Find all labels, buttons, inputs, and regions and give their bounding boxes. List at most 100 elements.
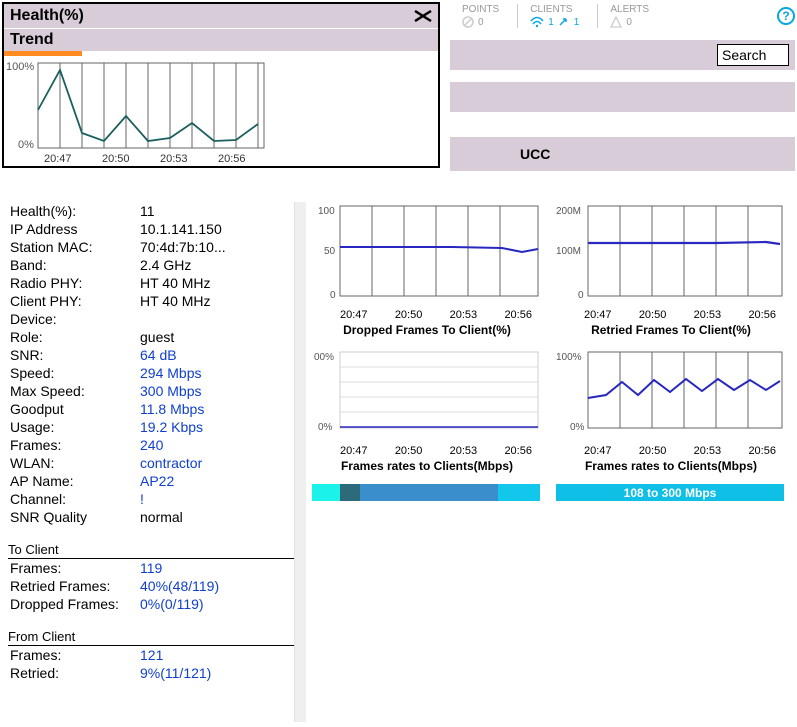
header-alerts-value: 0	[626, 17, 632, 28]
x-axis-labels: 20:47 20:50 20:53 20:56	[312, 445, 542, 457]
svg-text:20:47: 20:47	[44, 153, 72, 165]
detail-value: !	[138, 490, 298, 508]
tick-label: 20:56	[504, 445, 532, 457]
tick-label: 20:56	[748, 445, 776, 457]
detail-label: Health(%):	[8, 202, 138, 220]
help-icon[interactable]: ?	[777, 7, 795, 25]
toolbar-bar: Search	[450, 40, 795, 70]
detail-value: HT 40 MHz	[138, 292, 298, 310]
trend-chart: 100% 0% 20:47 20:50 20:53 20:56	[4, 56, 438, 166]
detail-label: SNR Quality	[8, 508, 138, 526]
search-input[interactable]: Search	[717, 44, 789, 66]
detail-row: Frames:121	[8, 646, 298, 664]
detail-value: normal	[138, 508, 298, 526]
detail-row: Retried:9%(11/121)	[8, 664, 298, 682]
detail-row: Health(%):11	[8, 202, 298, 220]
svg-text:0: 0	[578, 290, 584, 301]
detail-value: contractor	[138, 454, 298, 472]
header-clients: CLIENTS 1 1	[517, 4, 579, 28]
detail-row: Station MAC:70:4d:7b:10...	[8, 238, 298, 256]
detail-row: Retried Frames:40%(48/119)	[8, 577, 298, 595]
spacer-bar	[450, 82, 795, 112]
svg-text:20:53: 20:53	[160, 153, 188, 165]
details-table: Health(%):11IP Address10.1.141.150Statio…	[8, 202, 298, 682]
detail-row: Speed:294 Mbps	[8, 364, 298, 382]
detail-label: Frames:	[8, 646, 138, 664]
detail-row: WLAN:contractor	[8, 454, 298, 472]
detail-label: Device:	[8, 310, 138, 328]
panel-subheader: Trend	[4, 28, 438, 51]
detail-label: Band:	[8, 256, 138, 274]
detail-value: HT 40 MHz	[138, 274, 298, 292]
detail-value: 70:4d:7b:10...	[138, 238, 298, 256]
detail-row: SNR:64 dB	[8, 346, 298, 364]
tick-label: 20:50	[639, 309, 667, 321]
panel-title: Health(%)	[10, 7, 84, 25]
detail-label: Speed:	[8, 364, 138, 382]
detail-label: Max Speed:	[8, 382, 138, 400]
svg-text:50: 50	[324, 246, 336, 257]
svg-text:20:56: 20:56	[218, 153, 246, 165]
detail-row: Dropped Frames:0%(0/119)	[8, 595, 298, 613]
detail-row: Max Speed:300 Mbps	[8, 382, 298, 400]
ucc-bar: UCC	[450, 137, 795, 171]
header-status: POINTS 0 CLIENTS 1 1 ALERTS 0 ?	[450, 0, 795, 32]
header-points: POINTS 0	[450, 4, 499, 28]
detail-label: Usage:	[8, 418, 138, 436]
detail-label: Goodput	[8, 400, 138, 418]
detail-value: 11	[138, 202, 298, 220]
legend-label: 108 to 300 Mbps	[556, 484, 784, 501]
legend-bar-left	[312, 484, 540, 501]
detail-label: WLAN:	[8, 454, 138, 472]
svg-text:00%: 00%	[314, 352, 334, 363]
detail-value	[138, 310, 298, 328]
header-clients-wired-count: 1	[574, 17, 580, 28]
tick-label: 20:56	[504, 309, 532, 321]
detail-value: 9%(11/121)	[138, 664, 298, 682]
detail-value: 0%(0/119)	[138, 595, 298, 613]
detail-label: Dropped Frames:	[8, 595, 138, 613]
tick-label: 20:53	[450, 445, 478, 457]
svg-text:100%: 100%	[556, 352, 582, 363]
panel-header: Health(%)	[4, 4, 438, 28]
detail-label: IP Address	[8, 220, 138, 238]
tick-label: 20:53	[694, 445, 722, 457]
wired-icon	[558, 16, 570, 28]
x-axis-labels: 20:47 20:50 20:53 20:56	[312, 309, 542, 321]
ucc-label: UCC	[520, 146, 550, 162]
scrollbar[interactable]	[294, 202, 306, 722]
detail-row: Role:guest	[8, 328, 298, 346]
detail-label: AP Name:	[8, 472, 138, 490]
svg-text:0%: 0%	[570, 422, 585, 433]
close-icon[interactable]	[414, 9, 432, 23]
tick-label: 20:53	[694, 309, 722, 321]
tick-label: 20:53	[450, 309, 478, 321]
tick-label: 20:50	[639, 445, 667, 457]
x-axis-labels: 20:47 20:50 20:53 20:56	[556, 445, 786, 457]
x-axis-labels: 20:47 20:50 20:53 20:56	[556, 309, 786, 321]
chart-dropped-frames: 100 50 0 20:47 20:50 20:53 20:56 Dropped…	[312, 202, 542, 342]
tick-label: 20:47	[340, 445, 368, 457]
detail-row: Band:2.4 GHz	[8, 256, 298, 274]
detail-label: Role:	[8, 328, 138, 346]
detail-value: AP22	[138, 472, 298, 490]
alert-triangle-icon	[610, 16, 622, 28]
header-clients-wifi-count: 1	[548, 17, 554, 28]
panel-sub-label: Trend	[10, 31, 54, 48]
detail-label: SNR:	[8, 346, 138, 364]
detail-row: IP Address10.1.141.150	[8, 220, 298, 238]
detail-value: 121	[138, 646, 298, 664]
detail-label: Radio PHY:	[8, 274, 138, 292]
detail-value: 11.8 Mbps	[138, 400, 298, 418]
detail-value: 19.2 Kbps	[138, 418, 298, 436]
tick-label: 20:47	[340, 309, 368, 321]
chart-title: Dropped Frames To Client(%)	[312, 323, 542, 337]
legend-bar-right: 108 to 300 Mbps	[556, 484, 784, 501]
detail-label: Channel:	[8, 490, 138, 508]
header-points-label: POINTS	[462, 4, 499, 15]
circle-off-icon	[462, 16, 474, 28]
detail-value: 294 Mbps	[138, 364, 298, 382]
detail-row: Frames:240	[8, 436, 298, 454]
header-alerts-label: ALERTS	[610, 4, 649, 15]
tick-label: 20:47	[584, 309, 612, 321]
